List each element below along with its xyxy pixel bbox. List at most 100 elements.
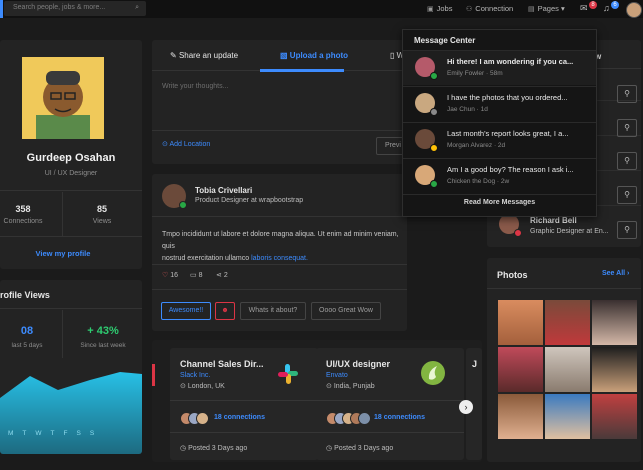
message-item[interactable]: I have the photos that you ordered... Ja… (403, 86, 596, 121)
quick-reply-wow[interactable]: Oooo Great Wow (311, 302, 381, 320)
views-count: 85 (96, 204, 107, 214)
post-body-link[interactable]: laboris consequat. (251, 255, 308, 262)
tab-upload-label: Upload a photo (289, 51, 349, 60)
divider (62, 310, 63, 358)
photo-thumbnail[interactable] (498, 347, 543, 392)
status-dot (430, 108, 438, 116)
divider (152, 289, 407, 290)
user-plus-icon: ⚲ (624, 190, 630, 199)
message-center-dropdown: Message Center Hi there! I am wondering … (402, 29, 597, 217)
add-location-link[interactable]: ⊙ Add Location (162, 140, 210, 148)
clock-icon: ◷ (326, 445, 333, 452)
message-text: Am I a good boy? The reason I ask i... (447, 165, 574, 174)
photo-thumbnail[interactable] (498, 300, 543, 345)
user-plus-icon: ⚲ (624, 225, 630, 234)
add-location-label: Add Location (169, 141, 211, 148)
person-name[interactable]: Richard Bell (530, 216, 577, 225)
follow-button[interactable]: ⚲ (617, 186, 637, 204)
follow-button[interactable]: ⚲ (617, 119, 637, 137)
nav-connection[interactable]: ⚇ Connection (466, 4, 513, 13)
emoji-button[interactable]: ☻ (215, 302, 235, 320)
photo-thumbnail[interactable] (592, 300, 637, 345)
divider (170, 432, 318, 433)
comment-icon: ▭ (190, 272, 197, 279)
envato-logo-icon (421, 361, 445, 385)
divider (316, 400, 464, 401)
composer-input[interactable]: Write your thoughts... (162, 83, 228, 90)
photo-thumbnail[interactable] (498, 394, 543, 439)
share-button[interactable]: ⋖ 2 (216, 271, 228, 279)
read-more-messages-link[interactable]: Read More Messages (403, 199, 596, 206)
message-meta: Chicken the Dog · 2w (447, 178, 510, 185)
views-5days-label: last 5 days (11, 342, 43, 349)
comment-button[interactable]: ▭ 8 (190, 271, 202, 279)
search-input[interactable]: Search people, jobs & more... ⌕ (4, 1, 146, 16)
emoji-icon: ☻ (221, 307, 229, 314)
message-meta: Emily Fowler · 58m (447, 70, 503, 77)
heart-icon: ♡ (162, 272, 169, 279)
message-item[interactable]: Am I a good boy? The reason I ask i... C… (403, 158, 596, 193)
chart-day-axis: MTWTFSS (8, 430, 142, 437)
messages-icon[interactable]: ✉ (580, 3, 588, 14)
clock-icon: ◷ (180, 445, 187, 452)
job-card[interactable]: UI/UX designer Envato ⊙ India, Punjab 18… (316, 348, 464, 460)
photos-see-all[interactable]: See All › (602, 270, 629, 277)
divider (316, 432, 464, 433)
comment-count: 8 (198, 272, 203, 279)
composer-card: ✎ Share an update ▧ Upload a photo ▯ W W… (152, 40, 410, 164)
follow-button[interactable]: ⚲ (617, 152, 637, 170)
job-location-label: India, Punjab (333, 383, 375, 390)
job-company[interactable]: Slack Inc. (180, 372, 210, 379)
messages-badge: 8 (589, 1, 597, 9)
profile-role: UI / UX Designer (44, 170, 98, 177)
day-label: S (76, 430, 90, 437)
view-profile-link[interactable]: View my profile (0, 249, 126, 258)
like-button[interactable]: ♡ 16 (162, 271, 178, 279)
job-location-label: London, UK (187, 383, 225, 390)
post-card: Tobia Crivellari Product Designer at wra… (152, 174, 407, 331)
job-company[interactable]: Envato (326, 372, 348, 379)
follow-button[interactable]: ⚲ (617, 221, 637, 239)
brand-edge (0, 0, 3, 18)
job-posted-label: Posted 3 Days ago (334, 445, 394, 452)
photo-thumbnail[interactable] (545, 347, 590, 392)
status-dot (430, 180, 438, 188)
message-item[interactable]: Hi there! I am wondering if you ca... Em… (403, 50, 596, 85)
message-item[interactable]: Last month's report looks great, I a... … (403, 122, 596, 157)
nav-jobs[interactable]: ▣ Jobs (427, 4, 452, 13)
job-card[interactable]: Channel Sales Dir... Slack Inc. ⊙ London… (170, 348, 318, 460)
tab-share-update[interactable]: ✎ Share an update (170, 51, 238, 60)
follow-button[interactable]: ⚲ (617, 85, 637, 103)
profile-views-area-chart (0, 372, 142, 454)
quick-reply-awesome[interactable]: Awesome!! (161, 302, 211, 320)
day-label: T (50, 430, 64, 437)
carousel-next-button[interactable]: › (459, 400, 473, 414)
photo-thumbnail[interactable] (545, 300, 590, 345)
job-posted-label: Posted 3 Days ago (188, 445, 248, 452)
quick-reply-whats[interactable]: Whats it about? (240, 302, 306, 320)
day-label: M (8, 430, 23, 437)
job-connections[interactable]: 18 connections (214, 414, 265, 421)
divider (152, 216, 407, 217)
online-dot (179, 201, 187, 209)
tab-upload-photo[interactable]: ▧ Upload a photo (280, 51, 348, 60)
file-icon: ▤ (528, 6, 535, 13)
see-all-label: See All (602, 270, 626, 277)
photo-thumbnail[interactable] (592, 394, 637, 439)
nav-pages[interactable]: ▤ Pages ▾ (528, 4, 565, 13)
job-title: Channel Sales Dir... (180, 359, 264, 369)
post-author-name[interactable]: Tobia Crivellari (195, 186, 252, 195)
chart-area (0, 372, 142, 454)
divider (62, 192, 63, 236)
day-label: W (35, 430, 51, 437)
photo-thumbnail[interactable] (545, 394, 590, 439)
profile-views-title: rofile Views (0, 290, 50, 300)
connection-avatars (180, 412, 210, 425)
message-text: Hi there! I am wondering if you ca... (447, 57, 574, 66)
share-count: 2 (223, 272, 228, 279)
photo-thumbnail[interactable] (592, 347, 637, 392)
message-meta: Jae Chun · 1d (447, 106, 488, 113)
bell-icon[interactable]: ♫ (603, 3, 610, 13)
job-connections[interactable]: 18 connections (374, 414, 425, 421)
user-avatar[interactable] (626, 2, 642, 18)
